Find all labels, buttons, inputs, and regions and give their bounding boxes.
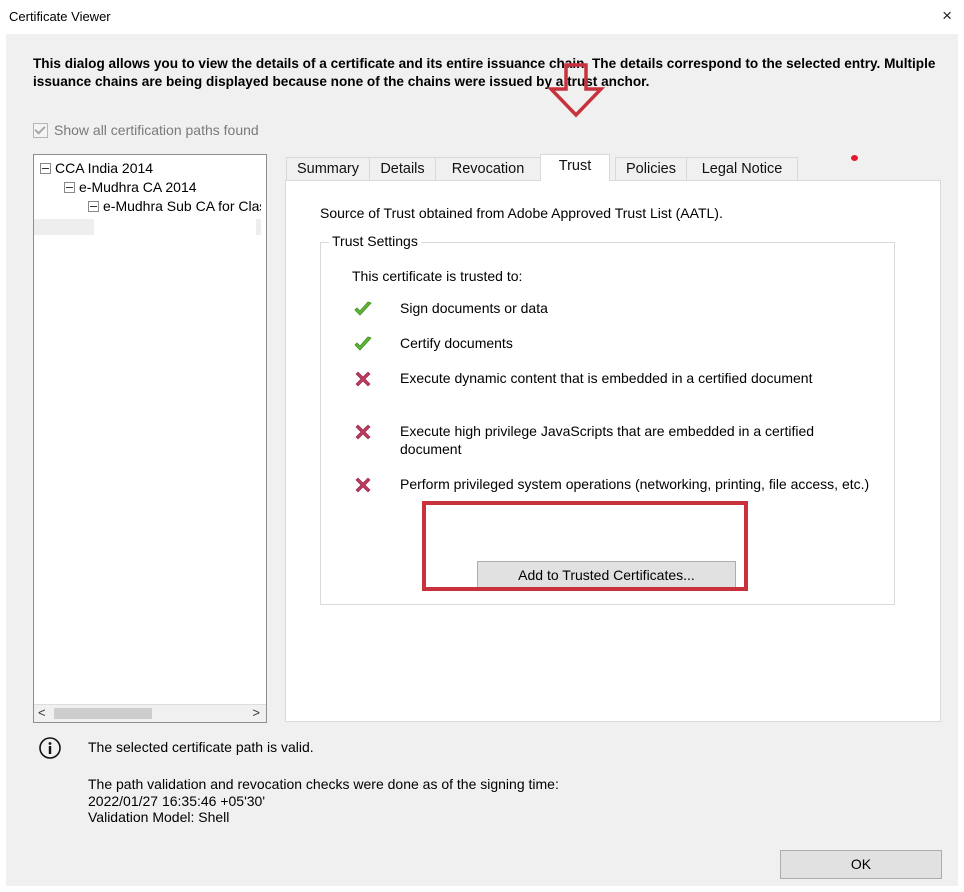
tree-selection-highlight [34, 219, 94, 235]
show-all-paths-checkbox[interactable]: Show all certification paths found [33, 122, 259, 138]
checkbox-check-icon[interactable] [33, 122, 48, 138]
trust-source-text: Source of Trust obtained from Adobe Appr… [320, 205, 723, 221]
close-button[interactable]: × [942, 6, 952, 26]
title-bar: Certificate Viewer × [0, 0, 964, 34]
tab-policies[interactable]: Policies [615, 157, 687, 180]
validation-details: The path validation and revocation check… [88, 776, 559, 826]
tree-item-emudhra-sub-ca[interactable]: e-Mudhra Sub CA for Class 3 Individual 2… [88, 198, 261, 214]
permission-text: Perform privileged system operations (ne… [400, 476, 870, 492]
trust-tab-panel: Source of Trust obtained from Adobe Appr… [285, 180, 941, 722]
green-check-icon [354, 301, 372, 316]
collapse-icon[interactable] [64, 181, 75, 193]
tree-item-cca-india[interactable]: CCA India 2014 [40, 160, 153, 176]
tree-item-label: e-Mudhra Sub CA for Class 3 Individual 2… [103, 198, 261, 214]
annotation-dot [851, 155, 858, 161]
permission-item: Sign documents or data [353, 299, 870, 319]
show-all-paths-label: Show all certification paths found [54, 122, 259, 138]
trust-settings-group: Trust Settings This certificate is trust… [320, 233, 895, 605]
tab-legal-notice[interactable]: Legal Notice [686, 157, 798, 180]
info-icon [39, 737, 61, 759]
trusted-to-label: This certificate is trusted to: [352, 268, 523, 284]
permission-text: Execute dynamic content that is embedded… [400, 370, 813, 386]
tab-revocation[interactable]: Revocation [435, 157, 541, 180]
permission-item: Certify documents [353, 334, 870, 354]
permission-item: Perform privileged system operations (ne… [353, 475, 870, 495]
collapse-icon[interactable] [88, 200, 99, 212]
validation-detail-line: The path validation and revocation check… [88, 776, 559, 792]
permission-item: Execute high privilege JavaScripts that … [353, 422, 870, 458]
tree-item-label: e-Mudhra CA 2014 [79, 179, 197, 195]
tab-trust[interactable]: Trust [540, 154, 610, 181]
collapse-icon[interactable] [40, 162, 51, 174]
certificate-chain-tree[interactable]: CCA India 2014 e-Mudhra CA 2014 e-Mudhra… [33, 154, 267, 723]
down-arrow-icon [547, 63, 605, 118]
validation-time: 2022/01/27 16:35:46 +05'30' [88, 792, 266, 809]
permission-text: Execute high privilege JavaScripts that … [400, 423, 815, 457]
permission-item: Execute dynamic content that is embedded… [353, 369, 870, 389]
path-valid-status: The selected certificate path is valid. [88, 739, 314, 755]
tab-details[interactable]: Details [369, 157, 436, 180]
tree-selection-highlight-end [256, 219, 261, 235]
permission-text: Certify documents [400, 335, 513, 351]
red-x-icon [355, 477, 371, 493]
red-x-icon [355, 371, 371, 387]
validation-model: Validation Model: Shell [88, 809, 230, 825]
tree-item-emudhra-ca[interactable]: e-Mudhra CA 2014 [64, 179, 197, 195]
trust-settings-title: Trust Settings [329, 233, 421, 249]
scrollbar-thumb[interactable] [54, 708, 152, 719]
permission-text: Sign documents or data [400, 300, 548, 316]
window-title: Certificate Viewer [9, 9, 111, 24]
scroll-left-icon[interactable]: < [38, 705, 46, 720]
intro-text: This dialog allows you to view the detai… [33, 56, 936, 89]
tab-summary[interactable]: Summary [286, 157, 370, 180]
tree-horizontal-scrollbar[interactable]: < > [34, 704, 266, 722]
tree-item-label: CCA India 2014 [55, 160, 154, 176]
scroll-right-icon[interactable]: > [252, 705, 260, 720]
red-x-icon [355, 424, 371, 440]
add-to-trusted-certificates-button[interactable]: Add to Trusted Certificates... [477, 561, 736, 589]
green-check-icon [354, 336, 372, 351]
dialog-body: This dialog allows you to view the detai… [6, 34, 958, 886]
ok-button[interactable]: OK [780, 850, 942, 879]
